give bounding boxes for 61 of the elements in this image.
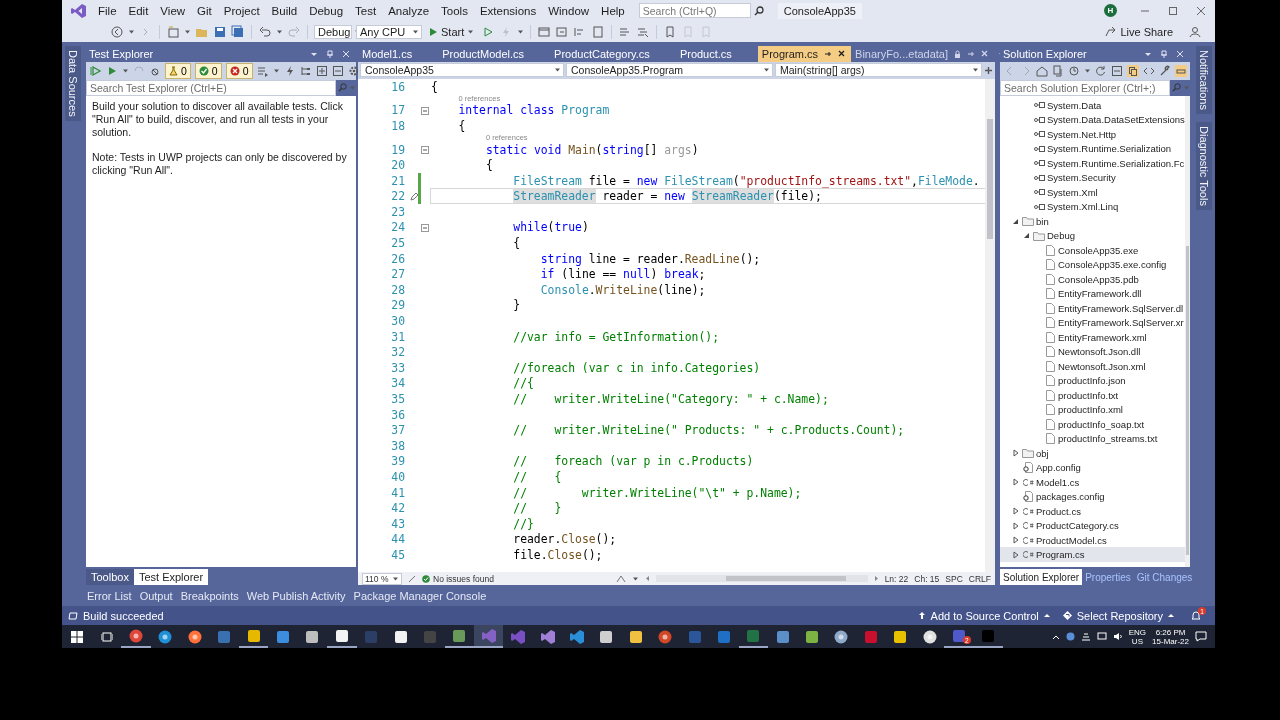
line-number: 18 (390, 118, 406, 133)
line-number: 33 (390, 360, 406, 375)
line-number: 22 (390, 189, 406, 204)
code-line: //} (512, 516, 534, 531)
code-line: // } (512, 501, 562, 516)
line-number: 41 (390, 485, 406, 500)
code-line: internal class Program (457, 103, 610, 118)
code-line: StreamReader reader = new StreamReader(file); (431, 189, 985, 204)
code-line: //foreach (var c in info.Categories) (512, 360, 761, 375)
line-number: 34 (390, 376, 406, 391)
code-line: while(true) (512, 220, 589, 235)
code-line: //{ (512, 376, 534, 391)
code-line: { (512, 236, 521, 251)
code-line: string line = reader.ReadLine(); (539, 251, 761, 266)
line-number: 17 (390, 103, 406, 118)
status-message: Build succeeded (83, 609, 164, 622)
line-number: 44 (390, 532, 406, 547)
line-number: 31 (390, 329, 406, 344)
line-number: 43 (390, 516, 406, 531)
line-number: 37 (390, 423, 406, 438)
code-line: file.Close(); (512, 547, 603, 562)
line-number: 21 (390, 173, 406, 188)
line-number: 35 (390, 392, 406, 406)
line-number: 39 (390, 454, 406, 469)
code-line: static void Main(string[] args) (484, 142, 699, 157)
line-number: 29 (390, 298, 406, 313)
code-line: // writer.WriteLine("Category: " + c.Name); (512, 392, 829, 406)
line-number: 32 (390, 345, 406, 360)
code-line: FileStream file = new FileStream("productInfo_streams.txt",FileMode. (512, 173, 980, 188)
line-number: 27 (390, 267, 406, 282)
message-text: Build your solution to discover all available tests. Click "Run All" to build, discover, and run all tests in your solution. (92, 99, 344, 139)
code-line: { (457, 118, 466, 133)
line-number: 36 (390, 407, 406, 422)
message-text: Note: Tests in UWP projects can only be discovered by clicking "Run All". (92, 150, 348, 177)
code-line: } (512, 298, 521, 313)
line-number: 28 (390, 282, 406, 297)
code-line: // writer.WriteLine(" Products: " + c.Products.Count); (512, 423, 905, 438)
code-line: // foreach (var p in c.Products) (512, 454, 754, 469)
line-number: 45 (390, 547, 406, 562)
code-line: reader.Close(); (512, 532, 617, 547)
line-number: 30 (390, 314, 406, 329)
code-line: // writer.WriteLine("\t" + p.Name); (512, 485, 802, 500)
line-number: 20 (390, 158, 406, 173)
code-line: { (484, 158, 493, 173)
code-line: Console.WriteLine(line); (539, 282, 706, 297)
line-number: 24 (390, 220, 406, 235)
code-line: //var info = GetInformation(); (512, 329, 720, 344)
line-number: 25 (390, 236, 406, 251)
line-number: 23 (390, 204, 406, 219)
code-line: if (line == null) break; (539, 267, 706, 282)
line-number: 42 (390, 501, 406, 516)
line-number: 19 (390, 142, 406, 157)
panel-title: Solution Explorer (1003, 47, 1087, 60)
code-line: // { (512, 470, 562, 484)
line-number: 40 (390, 470, 406, 484)
code-line: { (431, 79, 438, 94)
line-number: 26 (390, 251, 406, 266)
line-number: 16 (390, 79, 406, 94)
window-title: ConsoleApp35 (777, 3, 862, 19)
line-number: 38 (390, 438, 406, 453)
panel-title: Test Explorer (89, 47, 154, 60)
